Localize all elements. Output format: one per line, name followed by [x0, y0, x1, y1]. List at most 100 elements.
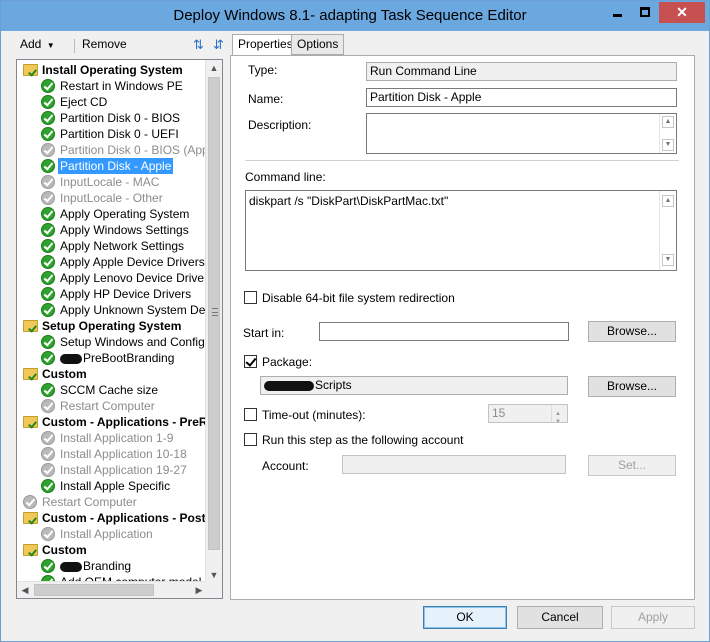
tree-node-label: Partition Disk 0 - BIOS (Apple) [60, 142, 207, 158]
step-success-icon [41, 335, 55, 349]
scroll-up-icon[interactable]: ▲ [662, 116, 674, 128]
account-label: Account: [262, 459, 309, 473]
tree-node-label: Partition Disk 0 - UEFI [60, 126, 179, 142]
tree-node-text: Install Operating System [42, 63, 183, 77]
task-sequence-tree[interactable]: Install Operating System Restart in Windo… [16, 59, 223, 599]
tree-node-label: SCCM Cache size [60, 382, 158, 398]
disabled-step-icon [41, 431, 55, 445]
name-field[interactable]: Partition Disk - Apple [366, 88, 677, 107]
start-in-label: Start in: [243, 326, 285, 340]
scroll-left-icon[interactable]: ◀ [17, 582, 33, 598]
tree-node-label: Custom [42, 366, 87, 382]
tab-options[interactable]: Options [291, 34, 345, 55]
move-up-icon[interactable]: ⇅ [193, 37, 209, 53]
step-success-icon [41, 111, 55, 125]
apply-button[interactable]: Apply [611, 606, 695, 629]
tree-node-label: Partition Disk - Apple [58, 158, 174, 174]
tree-node-label: Apply Network Settings [60, 238, 184, 254]
timeout-field[interactable]: 15 ▲ ▼ [488, 404, 568, 423]
start-in-field[interactable] [319, 322, 569, 341]
scroll-up-icon[interactable]: ▲ [206, 60, 222, 76]
step-success-icon [41, 303, 55, 317]
account-field[interactable] [342, 455, 566, 474]
tree-node-label: Install Application 19-27 [60, 462, 187, 478]
tree-node-text: Install Application 10-18 [60, 447, 187, 461]
timeout-checkbox[interactable] [244, 408, 257, 421]
run-as-label: Run this step as the following account [262, 433, 464, 447]
step-success-icon [41, 207, 55, 221]
type-field: Run Command Line [366, 62, 677, 81]
step-success-icon [41, 127, 55, 141]
tree-node-text: Branding [83, 559, 132, 573]
disable-redirection-checkbox[interactable] [244, 291, 257, 304]
minimize-icon [612, 14, 622, 17]
ok-button[interactable]: OK [423, 606, 507, 629]
tree-node-text: Install Application 19-27 [60, 463, 187, 477]
tree-horizontal-scrollbar[interactable]: ◀ ▶ [17, 581, 207, 598]
minimize-button[interactable] [603, 2, 631, 23]
step-success-icon [41, 383, 55, 397]
tree-node-label: Apply HP Device Drivers [60, 286, 191, 302]
tree-node-text: Restart in Windows PE [60, 79, 183, 93]
start-in-browse-button[interactable]: Browse... [588, 321, 676, 342]
step-success-icon [41, 95, 55, 109]
package-checkbox[interactable] [244, 355, 257, 368]
timeout-label: Time-out (minutes): [262, 408, 366, 422]
scroll-up-icon[interactable]: ▲ [662, 195, 674, 207]
tree-node-text: InputLocale - Other [60, 191, 163, 205]
timeout-spinner[interactable]: ▲ ▼ [551, 405, 567, 422]
scroll-down-icon[interactable]: ▼ [662, 254, 674, 266]
tree-node-text: Apply HP Device Drivers [60, 287, 192, 301]
step-success-icon [41, 79, 55, 93]
add-menu-button[interactable]: Add ▼ [20, 37, 55, 51]
command-line-field[interactable]: diskpart /s "DiskPart\DiskPartMac.txt" ▲… [245, 190, 677, 271]
close-button[interactable]: ✕ [659, 2, 705, 23]
step-success-icon [41, 287, 55, 301]
cancel-button[interactable]: Cancel [517, 606, 603, 629]
package-browse-button[interactable]: Browse... [588, 376, 676, 397]
scroll-down-icon[interactable]: ▼ [662, 139, 674, 151]
tree-node-text: Install Apple Specific [60, 479, 171, 493]
step-success-icon [41, 255, 55, 269]
disable-redirection-label: Disable 64-bit file system redirection [262, 291, 455, 305]
spin-down-icon[interactable]: ▼ [555, 414, 561, 422]
tree-node-text: Apply Apple Device Drivers [60, 255, 205, 269]
timeout-value: 15 [492, 406, 506, 420]
disabled-step-icon [41, 191, 55, 205]
tree-node-label: InputLocale - Other [60, 190, 163, 206]
group-folder-icon [23, 64, 38, 76]
tree-viewport: Install Operating System Restart in Windo… [17, 60, 207, 583]
tree-node-label: Install Application [60, 526, 153, 542]
description-field[interactable]: ▲ ▼ [366, 113, 677, 154]
disabled-step-icon [41, 175, 55, 189]
command-line-scrollbar[interactable]: ▲ ▼ [659, 191, 676, 270]
package-label: Package: [262, 355, 313, 369]
run-as-checkbox[interactable] [244, 433, 257, 446]
tree-vertical-scrollbar[interactable]: ▲ ▼ [205, 60, 222, 583]
disabled-step-icon [41, 527, 55, 541]
scroll-thumb-horizontal[interactable] [34, 584, 154, 596]
step-success-icon [41, 351, 55, 365]
command-line-label: Command line: [245, 170, 326, 184]
tree-node-text: Apply Network Settings [60, 239, 185, 253]
maximize-button[interactable] [631, 2, 659, 23]
tree-node-label: Install Apple Specific [60, 478, 170, 494]
scroll-thumb[interactable] [208, 77, 220, 550]
tree-node-label: Install Application 1-9 [60, 430, 173, 446]
tree-node-label: Restart Computer [42, 494, 137, 510]
move-down-icon[interactable]: ⇵ [213, 37, 229, 53]
title-bar[interactable]: Deploy Windows 8.1- adapting Task Sequen… [1, 1, 709, 31]
tree-node-text: PreBootBranding [83, 351, 175, 365]
chevron-down-icon: ▼ [46, 41, 55, 50]
remove-button[interactable]: Remove [82, 37, 127, 51]
description-scrollbar[interactable]: ▲ ▼ [659, 114, 676, 153]
disabled-step-icon [41, 399, 55, 413]
group-folder-icon [23, 368, 38, 380]
group-folder-icon [23, 544, 38, 556]
set-account-button[interactable]: Set... [588, 455, 676, 476]
tree-node-label: PreBootBranding [60, 350, 174, 366]
tab-properties[interactable]: Properties [232, 34, 299, 56]
tree-node-label: Custom - Applications - PreRe [42, 414, 207, 430]
tree-node-text: Apply Unknown System Device [60, 303, 207, 317]
redacted-block [60, 561, 82, 572]
